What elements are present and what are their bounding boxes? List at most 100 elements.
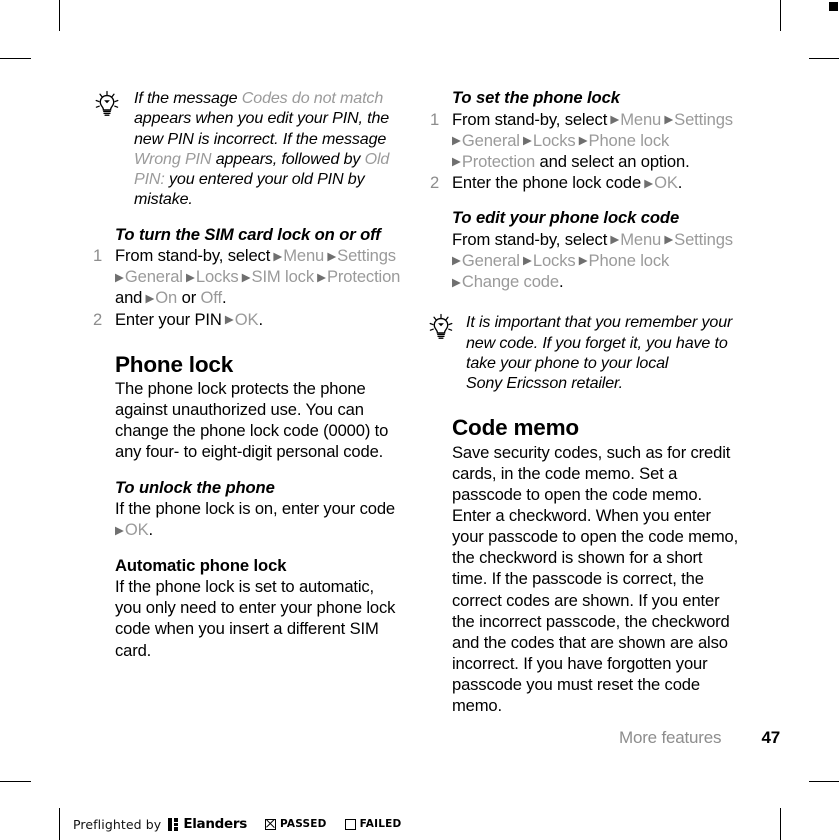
menu-arrow-icon: ▶ <box>142 292 155 305</box>
lightbulb-icon <box>92 90 122 120</box>
elanders-logo-mark-icon <box>168 817 180 831</box>
menu-item-locks: Locks <box>532 130 576 150</box>
menu-item-phone-lock: Phone lock <box>588 130 670 150</box>
menu-arrow-icon: ▶ <box>452 135 461 148</box>
menu-arrow-icon: ▶ <box>238 271 251 284</box>
preflight-failed-label: FAILED <box>359 818 402 830</box>
tip-text-segment-retailer: Sony Ericsson retailer. <box>466 374 623 393</box>
paragraph-code-memo: Save security codes, such as for credit … <box>452 442 739 716</box>
menu-item-general: General <box>124 267 183 287</box>
menu-arrow-icon: ▶ <box>324 250 337 263</box>
heading-sim-card-lock: To turn the SIM card lock on or off <box>115 224 381 244</box>
menu-item-menu: Menu <box>620 229 662 249</box>
menu-item-general: General <box>461 250 520 270</box>
procedure-step: 2 Enter your PIN ▶OK. <box>90 309 402 330</box>
menu-item-ok: OK <box>654 173 678 193</box>
menu-arrow-icon: ▶ <box>607 114 620 127</box>
paragraph-edit-phone-lock-code: From stand-by, select ▶Menu ▶Settings ▶G… <box>452 229 739 292</box>
preflight-passed-checkbox: PASSED <box>265 818 327 830</box>
right-column: To set the phone lock 1 From stand-by, se… <box>427 88 739 717</box>
heading-phone-lock: Phone lock <box>115 351 234 377</box>
menu-arrow-icon: ▶ <box>641 177 654 190</box>
heading-automatic-phone-lock: Automatic phone lock <box>115 555 287 575</box>
step-text: or <box>181 288 197 308</box>
menu-item-general: General <box>461 130 520 150</box>
tip-text: If the message Codes do not match appear… <box>134 89 389 208</box>
lightbulb-icon <box>426 313 456 343</box>
step-text: and <box>115 288 143 308</box>
menu-item-settings: Settings <box>674 229 733 249</box>
procedure-sim-card-lock: 1 From stand-by, select ▶Menu ▶Settings ▶… <box>90 245 402 330</box>
checkbox-unchecked-icon <box>344 818 356 830</box>
paragraph-unlock: If the phone lock is on, enter your code… <box>115 498 402 540</box>
step-number: 1 <box>430 109 440 129</box>
preflight-divider <box>59 808 61 840</box>
elanders-logo-text: Elanders <box>183 816 247 832</box>
menu-item-menu: Menu <box>283 246 325 266</box>
menu-arrow-icon: ▶ <box>182 271 195 284</box>
step-text: From stand-by, select <box>115 246 271 266</box>
tip-callout-pin-codes: If the message Codes do not match appear… <box>90 88 402 210</box>
menu-item-locks: Locks <box>532 250 576 270</box>
menu-item-phone-lock: Phone lock <box>588 250 670 270</box>
tip-message-wrong-pin: Wrong PIN <box>134 149 212 168</box>
step-number: 2 <box>93 309 103 329</box>
menu-arrow-icon: ▶ <box>270 250 283 263</box>
manual-page: If the message Codes do not match appear… <box>0 0 839 840</box>
preflight-label: Preflighted by <box>73 816 162 832</box>
elanders-logo: Elanders <box>168 816 247 832</box>
heading-to-edit-phone-lock-code: To edit your phone lock code <box>452 208 680 228</box>
paragraph-text-segment: From stand-by, select <box>452 229 608 249</box>
menu-item-ok: OK <box>124 520 149 540</box>
left-column: If the message Codes do not match appear… <box>90 88 402 661</box>
footer-chapter-title: More features <box>618 728 722 747</box>
menu-item-locks: Locks <box>195 267 239 287</box>
step-text: . <box>221 288 227 308</box>
menu-item-change-code: Change code <box>461 272 559 292</box>
menu-item-ok: OK <box>234 309 259 329</box>
menu-item-settings: Settings <box>337 246 396 266</box>
tip-text-segment: It is important that you remember your <box>466 313 733 332</box>
paragraph-text-segment: . <box>558 272 564 292</box>
menu-arrow-icon: ▶ <box>661 114 674 127</box>
step-text: Enter your PIN <box>115 309 222 329</box>
paragraph-text-segment: code <box>359 499 396 519</box>
menu-arrow-icon: ▶ <box>607 234 620 247</box>
preflight-passed-label: PASSED <box>280 818 327 830</box>
paragraph-text-segment: . <box>148 520 154 540</box>
step-number: 1 <box>93 246 103 266</box>
page-footer: More features 47 <box>0 728 780 748</box>
menu-item-menu: Menu <box>620 109 662 129</box>
preflight-failed-checkbox: FAILED <box>344 818 402 830</box>
checkbox-checked-icon <box>265 818 276 830</box>
menu-item-on: On <box>155 288 178 308</box>
step-number: 2 <box>430 173 440 193</box>
step-text: . <box>258 309 263 329</box>
menu-arrow-icon: ▶ <box>221 314 234 327</box>
tip-text-segment: you entered your old PIN by <box>169 170 365 189</box>
menu-item-off: Off <box>200 288 223 308</box>
tip-text-segment: appears, followed by <box>215 149 361 168</box>
menu-arrow-icon: ▶ <box>519 135 532 148</box>
menu-arrow-icon: ▶ <box>661 234 674 247</box>
tip-text: It is important that you remember your n… <box>466 313 732 392</box>
menu-item-settings: Settings <box>674 109 733 129</box>
paragraph-phone-lock: The phone lock protects the phone agains… <box>115 378 389 462</box>
step-text: and select an option. <box>539 151 690 171</box>
tip-text-segment: new PIN is incorrect. If the message <box>134 129 387 148</box>
preflight-stamp-bar: Preflighted by Elanders PASSED FAILED <box>59 808 401 840</box>
menu-item-sim-lock: SIM lock <box>251 267 315 287</box>
menu-arrow-icon: ▶ <box>313 271 327 284</box>
menu-arrow-icon: ▶ <box>519 255 532 268</box>
footer-page-number: 47 <box>761 728 780 747</box>
tip-message-old-pin-part2: PIN: <box>134 170 165 189</box>
step-text: From stand-by, select <box>452 109 608 129</box>
menu-arrow-icon: ▶ <box>115 524 124 537</box>
step-text: . <box>677 173 683 193</box>
tip-message-old-pin-part1: Old <box>364 149 390 168</box>
heading-code-memo: Code memo <box>452 415 579 441</box>
heading-to-unlock-the-phone: To unlock the phone <box>115 477 275 497</box>
tip-text-segment: mistake. <box>134 190 193 209</box>
heading-to-set-the-phone-lock: To set the phone lock <box>452 88 620 107</box>
tip-message-codes-do-not-match: Codes do not match <box>241 89 384 107</box>
